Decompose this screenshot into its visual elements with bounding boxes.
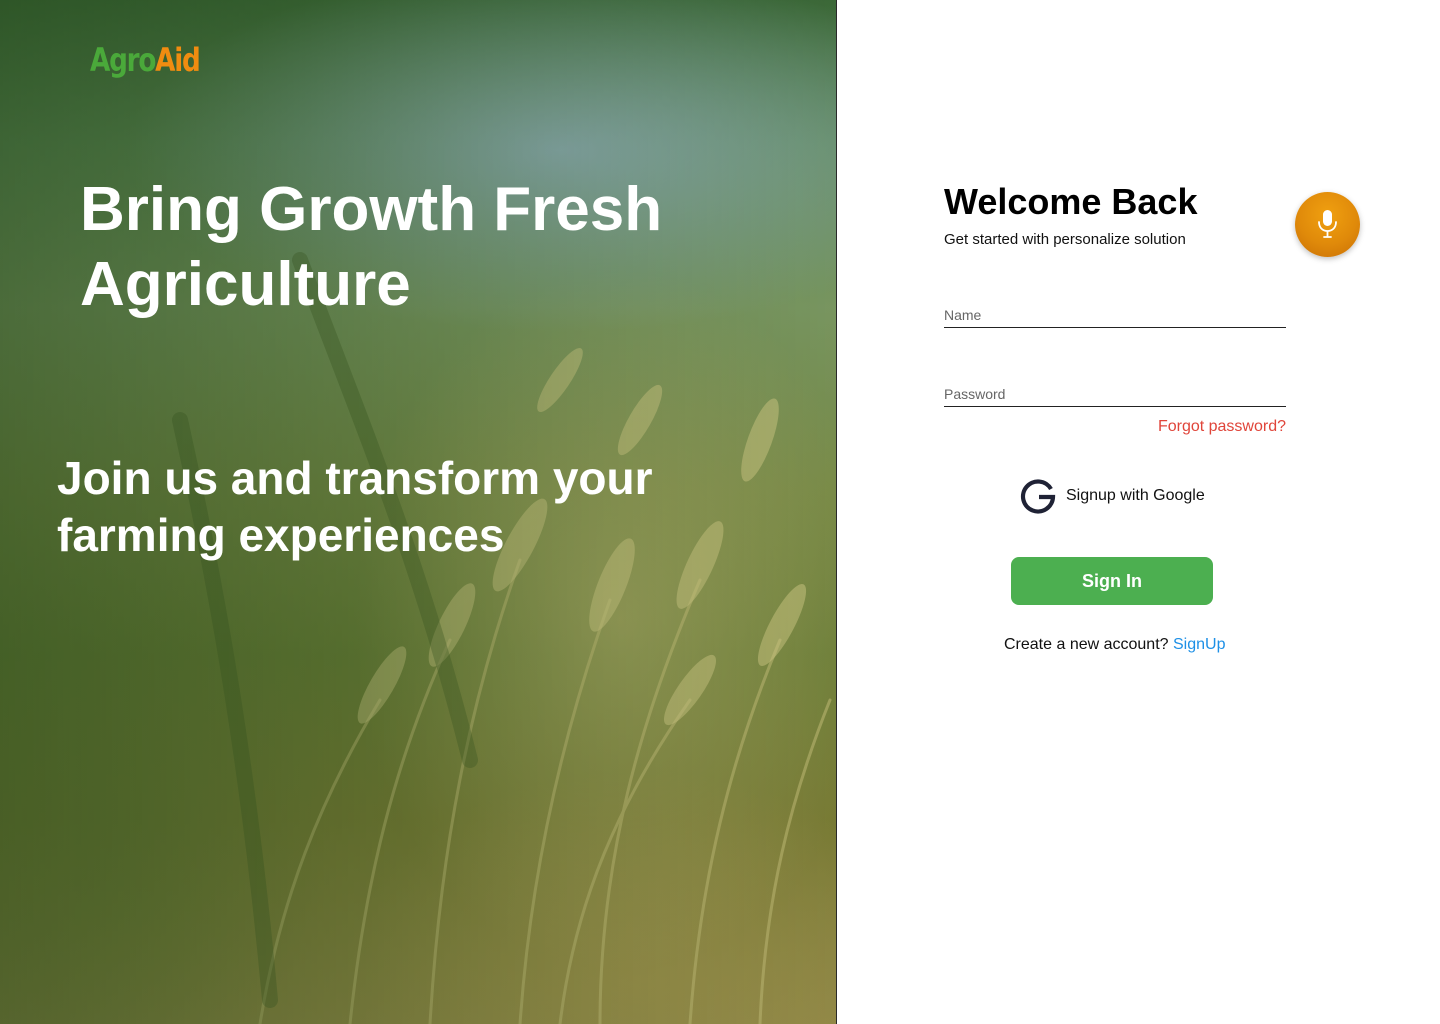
password-input[interactable] xyxy=(944,386,1286,402)
name-input[interactable] xyxy=(944,307,1286,323)
agroaid-logo: AgroAid xyxy=(90,41,201,79)
welcome-subtitle: Get started with personalize solution xyxy=(944,231,1186,248)
sign-in-button[interactable]: Sign In xyxy=(1011,557,1213,605)
google-signup-label: Signup with Google xyxy=(1066,487,1205,504)
google-g-icon xyxy=(1020,479,1056,514)
logo-part-aid: Aid xyxy=(155,41,201,79)
google-signup-button[interactable]: Signup with Google xyxy=(1018,476,1205,516)
microphone-icon xyxy=(1318,210,1337,238)
forgot-password-link[interactable]: Forgot password? xyxy=(1158,417,1286,437)
welcome-title: Welcome Back xyxy=(944,181,1198,222)
hero-panel: AgroAid Bring Growth Fresh Agriculture J… xyxy=(0,0,836,1024)
hero-subheadline: Join us and transform your farming exper… xyxy=(57,452,653,561)
hero-headline: Bring Growth Fresh Agriculture xyxy=(80,175,663,319)
panel-divider xyxy=(836,0,837,1024)
signup-link[interactable]: SignUp xyxy=(1173,636,1225,653)
password-field xyxy=(944,376,1286,407)
signup-prompt-row: Create a new account? SignUp xyxy=(1004,635,1225,655)
logo-part-agro: Agro xyxy=(90,41,156,79)
name-field xyxy=(944,297,1286,328)
login-page: AgroAid Bring Growth Fresh Agriculture J… xyxy=(0,0,1440,1024)
signup-prompt-text: Create a new account? xyxy=(1004,636,1169,653)
voice-input-button[interactable] xyxy=(1295,192,1360,257)
